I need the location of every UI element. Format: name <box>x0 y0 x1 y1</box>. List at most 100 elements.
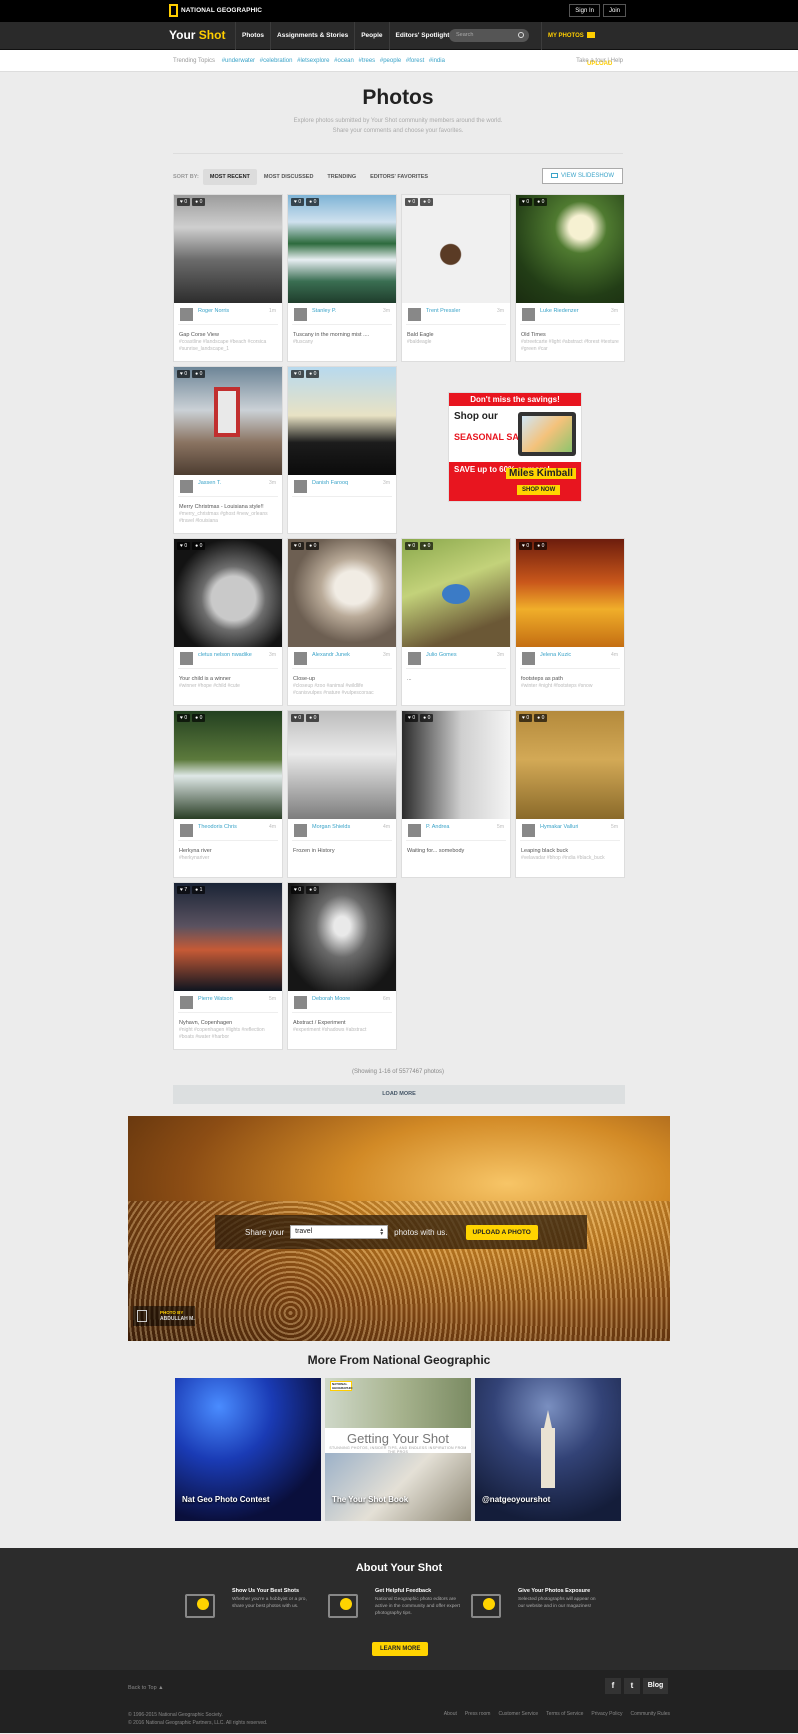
avatar[interactable] <box>522 824 535 837</box>
nav-editors-spotlight[interactable]: Editors' Spotlight <box>388 22 456 50</box>
likes-count[interactable]: ♥ 0 <box>519 542 533 550</box>
upload-photo-button[interactable]: UPLOAD A PHOTO <box>465 1224 538 1240</box>
photo-card[interactable]: ♥ 0 ● 0 P. Andrea 5m Waiting for... somebody <box>401 710 511 878</box>
photo-card[interactable]: ♥ 0 ● 0 cletus nelson nwadike 3m Your child … <box>173 538 283 706</box>
photo-credit[interactable]: PHOTO BY ABDULLAH M. <box>133 1306 195 1326</box>
advertisement[interactable]: Don't miss the savings! Shop our SEASONAL … <box>448 392 582 502</box>
likes-count[interactable]: ♥ 0 <box>405 714 419 722</box>
author-name[interactable]: Deborah Moore <box>312 996 367 1003</box>
comments-count[interactable]: ● 0 <box>306 714 320 722</box>
author-name[interactable]: Theodoris Chris <box>198 824 253 831</box>
back-to-top-link[interactable]: Back to Top ▲ <box>128 1685 164 1691</box>
footer-link[interactable]: Customer Service <box>498 1711 538 1717</box>
author-name[interactable]: Alexandr Junek <box>312 652 367 659</box>
more-card-book[interactable]: NATIONAL GEOGRAPHIC Getting Your Shot ST… <box>325 1378 471 1521</box>
likes-count[interactable]: ♥ 7 <box>177 886 191 894</box>
nav-people[interactable]: People <box>354 22 388 50</box>
ad-shop-now[interactable]: SHOP NOW <box>517 485 561 495</box>
photo-card[interactable]: ♥ 0 ● 0 Julio Gomes 3m... <box>401 538 511 706</box>
author-name[interactable]: cletus nelson nwadike <box>198 652 253 659</box>
facebook-icon[interactable]: f <box>605 1678 621 1694</box>
photo-thumbnail[interactable]: ♥ 0 ● 0 <box>288 711 396 819</box>
photo-tags[interactable]: #herkynariver <box>174 855 282 862</box>
search-icon[interactable] <box>518 32 524 38</box>
load-more-button[interactable]: LOAD MORE <box>173 1085 625 1104</box>
sort-most-recent[interactable]: MOST RECENT <box>202 169 257 185</box>
footer-link[interactable]: Press room <box>465 1711 491 1717</box>
trending-tag[interactable]: #underwater <box>222 58 255 64</box>
comments-count[interactable]: ● 0 <box>192 198 206 206</box>
your-shot-brand[interactable]: Your Shot <box>169 28 225 42</box>
photo-tags[interactable]: #streetcarte #light #abstract #forest #t… <box>516 339 624 353</box>
comments-count[interactable]: ● 1 <box>192 886 206 894</box>
photo-thumbnail[interactable]: ♥ 0 ● 0 <box>516 711 624 819</box>
photo-tags[interactable]: #tuscany <box>288 339 396 346</box>
photo-thumbnail[interactable]: ♥ 0 ● 0 <box>516 195 624 303</box>
photo-thumbnail[interactable]: ♥ 0 ● 0 <box>174 195 282 303</box>
twitter-icon[interactable]: t <box>624 1678 640 1694</box>
more-card-instagram[interactable]: @natgeoyourshot <box>475 1378 621 1521</box>
avatar[interactable] <box>408 652 421 665</box>
nav-photos[interactable]: Photos <box>235 22 270 50</box>
photo-card[interactable]: ♥ 0 ● 0 Luke Riedenzer 3m Old Times #streetca… <box>515 194 625 362</box>
author-name[interactable]: Stanley P. <box>312 308 367 315</box>
author-name[interactable]: P. Andrea <box>426 824 481 831</box>
trending-tag[interactable]: #forest <box>406 58 424 64</box>
photo-thumbnail[interactable]: ♥ 0 ● 0 <box>174 367 282 475</box>
blog-link[interactable]: Blog <box>643 1678 668 1694</box>
photo-tags[interactable]: #night #copenhagen #lights #reflection #… <box>174 1027 282 1041</box>
comments-count[interactable]: ● 0 <box>192 714 206 722</box>
search-input[interactable]: Search <box>449 29 529 42</box>
author-name[interactable]: Morgan Shields <box>312 824 367 831</box>
photo-card[interactable]: ♥ 7 ● 1 Pierre Watson 5m Nyhavn, Copenhagen #… <box>173 882 283 1050</box>
comments-count[interactable]: ● 0 <box>306 198 320 206</box>
author-name[interactable]: Danish Farooq <box>312 480 367 487</box>
likes-count[interactable]: ♥ 0 <box>291 542 305 550</box>
photo-card[interactable]: ♥ 0 ● 0 Theodoris Chris 4m Herkyna river #her… <box>173 710 283 878</box>
footer-link[interactable]: About <box>444 1711 457 1717</box>
likes-count[interactable]: ♥ 0 <box>177 542 191 550</box>
photo-card[interactable]: ♥ 0 ● 0 Deborah Moore 6m Abstract / Experime… <box>287 882 397 1050</box>
more-card-photo-contest[interactable]: Nat Geo Photo Contest <box>175 1378 321 1521</box>
author-name[interactable]: Luke Riedenzer <box>540 308 595 315</box>
likes-count[interactable]: ♥ 0 <box>177 370 191 378</box>
comments-count[interactable]: ● 0 <box>306 886 320 894</box>
learn-more-button[interactable]: LEARN MORE <box>372 1642 429 1656</box>
avatar[interactable] <box>294 480 307 493</box>
sign-in-button[interactable]: Sign In <box>569 4 600 17</box>
trending-tag[interactable]: #celebration <box>260 58 293 64</box>
avatar[interactable] <box>180 824 193 837</box>
comments-count[interactable]: ● 0 <box>306 370 320 378</box>
photo-thumbnail[interactable]: ♥ 0 ● 0 <box>402 539 510 647</box>
avatar[interactable] <box>522 308 535 321</box>
category-select[interactable]: travel ▲ ▼ <box>290 1225 389 1239</box>
sort-editors-favorites[interactable]: EDITORS' FAVORITES <box>363 169 435 185</box>
trending-tag[interactable]: #people <box>380 58 401 64</box>
comments-count[interactable]: ● 0 <box>534 198 548 206</box>
author-name[interactable]: Trent Pressler <box>426 308 481 315</box>
photo-thumbnail[interactable]: ♥ 0 ● 0 <box>288 367 396 475</box>
help-link[interactable]: Help <box>611 58 623 64</box>
photo-card[interactable]: ♥ 0 ● 0 Roger Norris 1m Gap Corse View #coast… <box>173 194 283 362</box>
avatar[interactable] <box>408 824 421 837</box>
trending-tag[interactable]: #letsexplore <box>297 58 329 64</box>
comments-count[interactable]: ● 0 <box>192 370 206 378</box>
take-tour-link[interactable]: Take a tour <box>576 58 606 64</box>
avatar[interactable] <box>180 652 193 665</box>
likes-count[interactable]: ♥ 0 <box>291 370 305 378</box>
photo-thumbnail[interactable]: ♥ 0 ● 0 <box>516 539 624 647</box>
photo-tags[interactable]: #coastline #landscape #beach #corsica #s… <box>174 339 282 353</box>
author-name[interactable]: Jelena Kuzic <box>540 652 595 659</box>
likes-count[interactable]: ♥ 0 <box>405 542 419 550</box>
national-geographic-logo[interactable]: NATIONAL GEOGRAPHIC <box>169 4 262 17</box>
trending-tag[interactable]: #india <box>429 58 445 64</box>
likes-count[interactable]: ♥ 0 <box>177 714 191 722</box>
comments-count[interactable]: ● 0 <box>420 714 434 722</box>
likes-count[interactable]: ♥ 0 <box>291 198 305 206</box>
likes-count[interactable]: ♥ 0 <box>405 198 419 206</box>
photo-card[interactable]: ♥ 0 ● 0 Morgan Shields 4m Frozen in History <box>287 710 397 878</box>
footer-link[interactable]: Terms of Service <box>546 1711 583 1717</box>
avatar[interactable] <box>294 308 307 321</box>
likes-count[interactable]: ♥ 0 <box>291 886 305 894</box>
comments-count[interactable]: ● 0 <box>420 198 434 206</box>
